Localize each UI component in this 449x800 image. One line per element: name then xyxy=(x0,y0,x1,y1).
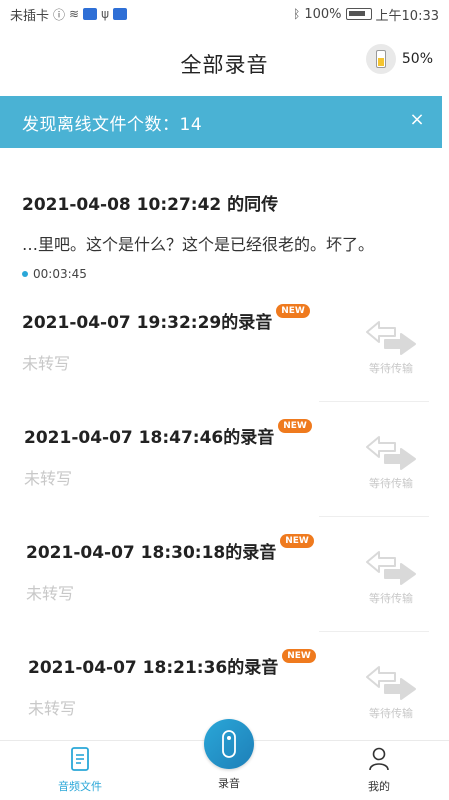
transfer-label: 等待传输 xyxy=(369,477,413,490)
transfer-arrows-icon xyxy=(366,321,416,355)
new-badge: NEW xyxy=(282,649,316,663)
record-duration: 00:03:45 xyxy=(33,267,87,281)
new-badge: NEW xyxy=(276,304,310,318)
nav-mine-label: 我的 xyxy=(368,780,390,793)
nav-files-label: 音频文件 xyxy=(58,780,102,793)
record-meta: 00:03:45 xyxy=(22,267,432,281)
transcription-status: 未转写 xyxy=(26,584,75,603)
page-title: 全部录音 xyxy=(180,53,269,77)
banner-text: 发现离线文件个数：14 xyxy=(22,114,203,135)
record-title: 2021-04-07 19:32:29的录音 xyxy=(22,313,273,333)
vibrate-icon xyxy=(83,8,98,20)
list-item-first[interactable]: 2021-04-08 10:27:42 的同传 …里吧。这个是什么？这个是已经很… xyxy=(22,190,432,281)
transfer-label: 等待传输 xyxy=(369,362,413,375)
device-battery-icon xyxy=(365,44,396,74)
new-badge: NEW xyxy=(278,419,312,433)
transfer-status: 等待传输 xyxy=(363,318,419,376)
divider xyxy=(319,631,429,632)
list-item[interactable]: 2021-04-07 19:32:29的录音 NEW 未转写 等待传输 xyxy=(0,288,449,402)
battery-percent: 100% xyxy=(304,6,342,22)
clock: 上午10:33 xyxy=(375,8,439,24)
document-icon xyxy=(71,747,89,771)
record-title: 2021-04-07 18:21:36的录音 xyxy=(28,658,279,678)
divider xyxy=(319,516,429,517)
transfer-arrows-icon xyxy=(366,436,416,470)
carrier-text: 未插卡 xyxy=(10,8,50,24)
title-bar: 全部录音 50% xyxy=(0,36,449,92)
record-title-row: 2021-04-07 18:21:36的录音 NEW xyxy=(28,649,316,678)
new-badge: NEW xyxy=(280,534,314,548)
record-title-row: 2021-04-07 19:32:29的录音 NEW xyxy=(22,304,310,333)
record-title-row: 2021-04-07 18:30:18的录音 NEW xyxy=(26,534,314,563)
transcription-status: 未转写 xyxy=(22,354,71,373)
transfer-arrows-icon xyxy=(366,551,416,585)
status-bar: 未插卡 ⓘ ≋ ψ ᛒ 100% 上午10:33 xyxy=(0,0,449,28)
nav-mine[interactable]: 我的 xyxy=(339,747,419,794)
transfer-label: 等待传输 xyxy=(369,707,413,720)
record-title-row: 2021-04-07 18:47:46的录音 NEW xyxy=(24,419,312,448)
device-battery-percent: 50% xyxy=(401,51,433,67)
list-item[interactable]: 2021-04-07 18:47:46的录音 NEW 未转写 等待传输 xyxy=(0,403,449,517)
transfer-status: 等待传输 xyxy=(363,433,419,491)
record-button[interactable] xyxy=(204,719,254,769)
transcription-status: 未转写 xyxy=(28,699,77,718)
status-left: 未插卡 ⓘ ≋ ψ xyxy=(10,5,128,24)
record-title: 2021-04-08 10:27:42 的同传 xyxy=(22,195,279,215)
usb-icon: ψ xyxy=(101,7,110,21)
alert-icon: ⓘ xyxy=(53,7,66,22)
close-icon[interactable]: × xyxy=(406,109,428,131)
user-icon xyxy=(369,747,389,771)
record-title: 2021-04-07 18:30:18的录音 xyxy=(26,543,277,563)
bluetooth-icon: ᛒ xyxy=(293,7,301,21)
transfer-arrows-icon xyxy=(366,666,416,700)
transfer-label: 等待传输 xyxy=(369,592,413,605)
device-battery[interactable]: 50% xyxy=(365,44,433,74)
transfer-status: 等待传输 xyxy=(363,663,419,721)
bottom-nav: 音频文件 录音 我的 xyxy=(0,719,449,800)
record-title: 2021-04-07 18:47:46的录音 xyxy=(24,428,275,448)
transcription-status: 未转写 xyxy=(24,469,73,488)
transfer-status: 等待传输 xyxy=(363,548,419,606)
app-notification-icon xyxy=(113,8,128,20)
transcript-snippet: …里吧。这个是什么？这个是已经很老的。坏了。 xyxy=(22,235,375,254)
recorder-pen-icon xyxy=(222,730,236,758)
nav-files[interactable]: 音频文件 xyxy=(40,747,120,794)
status-dot-icon xyxy=(22,271,28,277)
wifi-icon: ≋ xyxy=(69,7,80,21)
divider xyxy=(319,401,429,402)
status-right: ᛒ 100% 上午10:33 xyxy=(293,5,439,24)
nav-record-label: 录音 xyxy=(218,777,240,790)
offline-files-banner[interactable]: 发现离线文件个数：14 × xyxy=(0,96,442,148)
list-item[interactable]: 2021-04-07 18:30:18的录音 NEW 未转写 等待传输 xyxy=(0,518,449,632)
battery-icon xyxy=(345,8,372,20)
